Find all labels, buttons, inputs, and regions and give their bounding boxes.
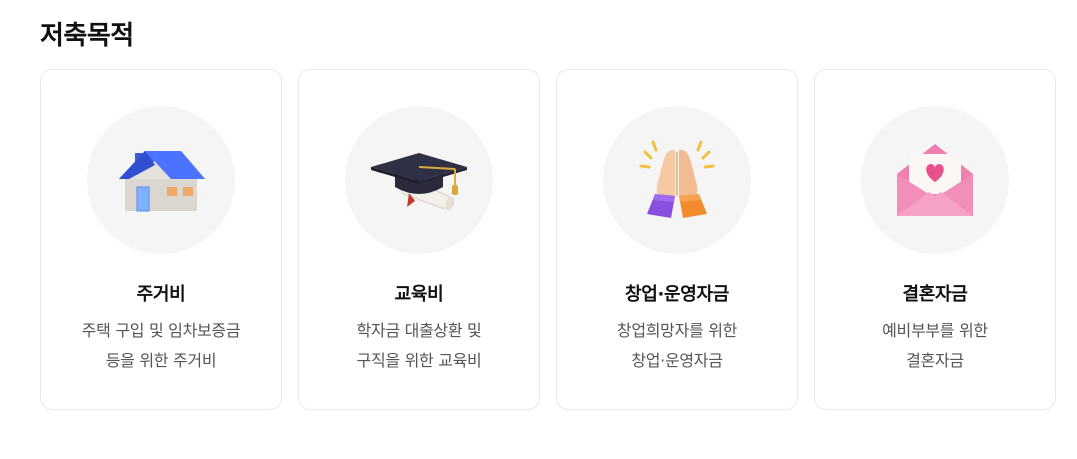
- love-letter-icon: [897, 144, 973, 216]
- card-housing[interactable]: 주거비 주택 구입 및 임차보증금 등을 위한 주거비: [40, 69, 282, 410]
- card-description-line: 등을 위한 주거비: [105, 351, 217, 370]
- card-education[interactable]: 교육비 학자금 대출상환 및 구직을 위한 교육비: [298, 69, 540, 410]
- card-title: 결혼자금: [902, 284, 968, 305]
- icon-circle: [603, 106, 751, 254]
- card-description-line: 창업·운영자금: [631, 351, 723, 370]
- card-description: 주택 구입 및 임차보증금 등을 위한 주거비: [82, 316, 241, 376]
- card-startup[interactable]: 창업·운영자금 창업희망자를 위한 창업·운영자금: [556, 69, 798, 410]
- card-description: 예비부부를 위한 결혼자금: [882, 316, 988, 376]
- card-description-line: 구직을 위한 교육비: [356, 351, 482, 370]
- card-description-line: 창업희망자를 위한: [616, 321, 738, 340]
- high-five-hands-icon: [639, 140, 715, 218]
- card-description-line: 주택 구입 및 임차보증금: [81, 321, 241, 340]
- card-description: 창업희망자를 위한 창업·운영자금: [617, 316, 737, 376]
- graduation-cap-icon: [371, 153, 467, 211]
- house-icon: [119, 151, 205, 212]
- icon-circle: [861, 106, 1009, 254]
- card-title: 주거비: [136, 284, 186, 305]
- card-title: 창업·운영자금: [624, 284, 730, 305]
- card-description-line: 예비부부를 위한: [882, 321, 988, 340]
- section-title: 저축목적: [40, 21, 134, 51]
- icon-circle: [345, 106, 493, 254]
- card-description-line: 결혼자금: [906, 351, 964, 370]
- savings-purpose-cards: 주거비 주택 구입 및 임차보증금 등을 위한 주거비 교육비 학자금 대출상환…: [40, 69, 1056, 410]
- card-wedding[interactable]: 결혼자금 예비부부를 위한 결혼자금: [814, 69, 1056, 410]
- card-description: 학자금 대출상환 및 구직을 위한 교육비: [357, 316, 482, 376]
- card-description-line: 학자금 대출상환 및: [356, 321, 482, 340]
- card-title: 교육비: [394, 284, 444, 305]
- icon-circle: [87, 106, 235, 254]
